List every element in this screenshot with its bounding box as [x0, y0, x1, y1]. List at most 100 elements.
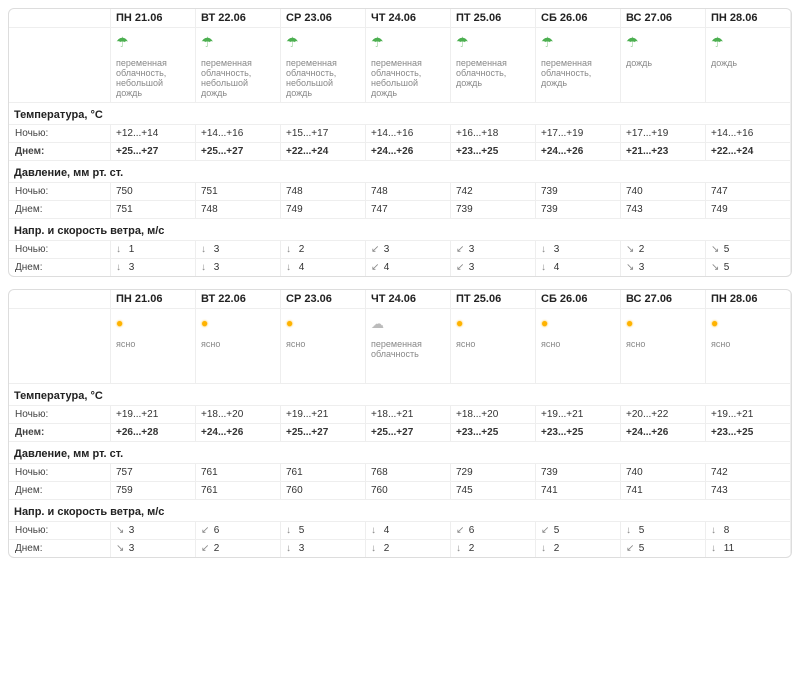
sun-icon: [201, 316, 215, 330]
value-cell: ↙ 3: [451, 259, 536, 277]
value-cell: +24...+26: [366, 143, 451, 161]
day-header: СБ 26.06: [536, 290, 621, 309]
weather-desc: ясно: [706, 337, 791, 384]
value-cell: 743: [706, 482, 791, 500]
value-cell: 741: [536, 482, 621, 500]
row-label: Ночью:: [9, 522, 111, 540]
value-cell: +19...+21: [536, 406, 621, 424]
value-cell: ↓ 3: [196, 241, 281, 259]
value-cell: 748: [196, 201, 281, 219]
value-cell: ↓ 2: [366, 540, 451, 558]
sun-icon: [456, 316, 470, 330]
weather-desc: ясно: [111, 337, 196, 384]
forecast-block: ПН 21.06ВТ 22.06СР 23.06ЧТ 24.06ПТ 25.06…: [8, 8, 792, 277]
value-cell: 741: [621, 482, 706, 500]
value-cell: 749: [281, 201, 366, 219]
value-cell: 760: [281, 482, 366, 500]
weather-icon-cell: [706, 28, 791, 57]
value-cell: ↘ 3: [111, 522, 196, 540]
value-cell: 742: [706, 464, 791, 482]
value-cell: ↓ 3: [196, 259, 281, 277]
umbrella-icon: [711, 34, 725, 48]
value-cell: +24...+26: [621, 424, 706, 442]
cloud-icon: [371, 316, 385, 330]
weather-icon-cell: [451, 309, 536, 338]
value-cell: 747: [706, 183, 791, 201]
value-cell: +19...+21: [111, 406, 196, 424]
value-cell: 748: [366, 183, 451, 201]
row-label: Днем:: [9, 201, 111, 219]
weather-icon-cell: [706, 309, 791, 338]
value-cell: ↓ 2: [451, 540, 536, 558]
value-cell: ↙ 3: [451, 241, 536, 259]
umbrella-icon: [201, 34, 215, 48]
umbrella-icon: [371, 34, 385, 48]
value-cell: +19...+21: [706, 406, 791, 424]
weather-icon-cell: [366, 28, 451, 57]
value-cell: ↓ 2: [536, 540, 621, 558]
row-label: Ночью:: [9, 125, 111, 143]
value-cell: ↓ 3: [536, 241, 621, 259]
value-cell: ↓ 2: [281, 241, 366, 259]
umbrella-icon: [626, 34, 640, 48]
value-cell: ↓ 11: [706, 540, 791, 558]
sun-icon: [286, 316, 300, 330]
value-cell: +24...+26: [196, 424, 281, 442]
umbrella-icon: [541, 34, 555, 48]
value-cell: ↘ 3: [111, 540, 196, 558]
value-cell: +12...+14: [111, 125, 196, 143]
value-cell: ↘ 3: [621, 259, 706, 277]
section-wind: Напр. и скорость ветра, м/с: [9, 500, 791, 522]
umbrella-icon: [116, 34, 130, 48]
day-header: ПН 21.06: [111, 9, 196, 28]
weather-icon-cell: [536, 309, 621, 338]
value-cell: +23...+25: [706, 424, 791, 442]
row-label: Ночью:: [9, 464, 111, 482]
value-cell: 743: [621, 201, 706, 219]
day-header: ЧТ 24.06: [366, 290, 451, 309]
value-cell: ↓ 8: [706, 522, 791, 540]
value-cell: ↘ 5: [706, 259, 791, 277]
row-label: Днем:: [9, 540, 111, 558]
value-cell: +24...+26: [536, 143, 621, 161]
weather-icon-cell: [621, 28, 706, 57]
row-label: Днем:: [9, 143, 111, 161]
day-header: ПН 28.06: [706, 9, 791, 28]
day-header: СР 23.06: [281, 9, 366, 28]
value-cell: +14...+16: [366, 125, 451, 143]
value-cell: ↙ 6: [451, 522, 536, 540]
value-cell: ↙ 5: [536, 522, 621, 540]
value-cell: ↓ 5: [281, 522, 366, 540]
value-cell: ↙ 3: [366, 241, 451, 259]
weather-icon-cell: [281, 28, 366, 57]
value-cell: 759: [111, 482, 196, 500]
weather-desc: переменная облачность, небольшой дождь: [366, 56, 451, 103]
value-cell: 739: [536, 201, 621, 219]
forecast-table: ПН 21.06ВТ 22.06СР 23.06ЧТ 24.06ПТ 25.06…: [9, 290, 791, 557]
day-header: СР 23.06: [281, 290, 366, 309]
value-cell: 739: [536, 183, 621, 201]
row-label: Днем:: [9, 424, 111, 442]
value-cell: 761: [196, 482, 281, 500]
row-label: Ночью:: [9, 406, 111, 424]
section-pressure: Давление, мм рт. ст.: [9, 442, 791, 464]
value-cell: 751: [111, 201, 196, 219]
weather-icon-cell: [536, 28, 621, 57]
weather-desc: ясно: [281, 337, 366, 384]
day-header: ЧТ 24.06: [366, 9, 451, 28]
value-cell: +15...+17: [281, 125, 366, 143]
value-cell: +22...+24: [706, 143, 791, 161]
section-pressure: Давление, мм рт. ст.: [9, 161, 791, 183]
value-cell: +25...+27: [366, 424, 451, 442]
value-cell: +21...+23: [621, 143, 706, 161]
day-header: ПТ 25.06: [451, 290, 536, 309]
value-cell: 751: [196, 183, 281, 201]
weather-icon-cell: [621, 309, 706, 338]
value-cell: ↓ 4: [536, 259, 621, 277]
value-cell: +18...+21: [366, 406, 451, 424]
value-cell: ↙ 5: [621, 540, 706, 558]
weather-icon-cell: [451, 28, 536, 57]
value-cell: +22...+24: [281, 143, 366, 161]
day-header: ВС 27.06: [621, 9, 706, 28]
value-cell: 750: [111, 183, 196, 201]
